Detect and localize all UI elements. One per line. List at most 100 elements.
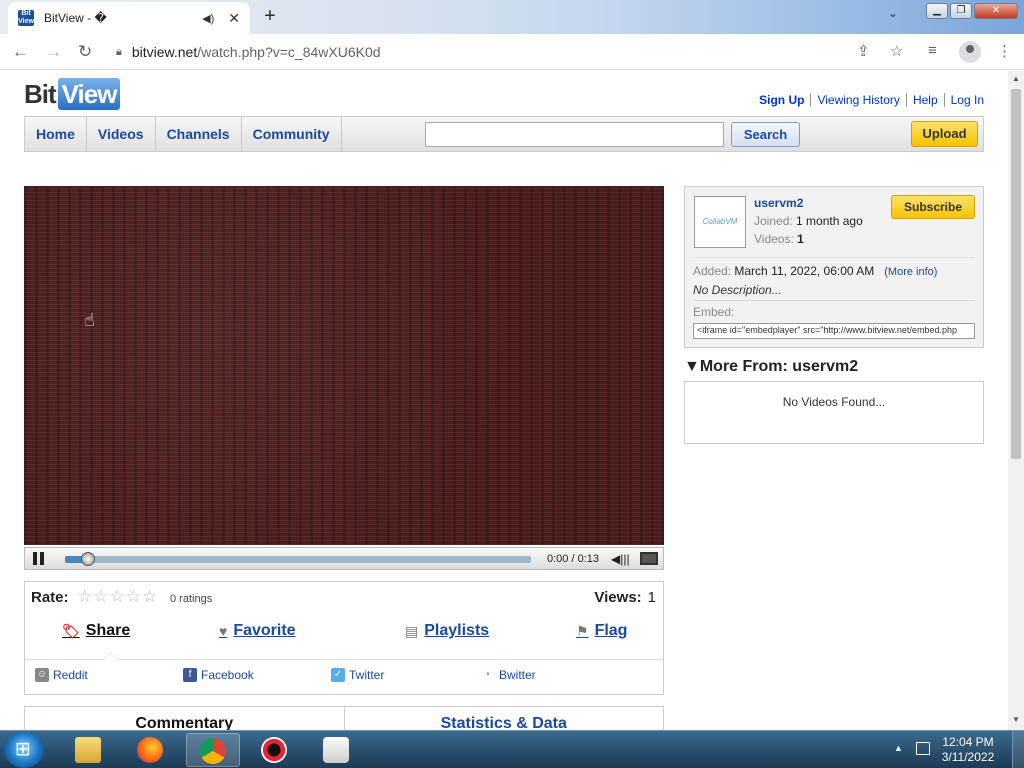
- rating-stars[interactable]: ☆☆☆☆☆: [77, 587, 158, 607]
- volume-icon[interactable]: ◀|||: [611, 552, 630, 566]
- bitview-logo[interactable]: Bit View: [24, 77, 121, 111]
- facebook-link[interactable]: f Facebook: [183, 668, 254, 682]
- added-date: Added: March 11, 2022, 06:00 AM (More inf…: [693, 264, 938, 278]
- maximize-button[interactable]: ❐: [950, 3, 972, 19]
- taskbar-explorer[interactable]: [62, 733, 116, 767]
- video-description: No Description...: [693, 283, 782, 297]
- sign-up-link[interactable]: Sign Up: [753, 93, 810, 107]
- playlist-icon: ▤: [405, 622, 419, 639]
- twitter-link[interactable]: ✓ Twitter: [331, 668, 384, 682]
- share-button[interactable]: 🏷︎ Share: [62, 622, 130, 640]
- network-icon[interactable]: [916, 742, 930, 755]
- taskbar-chrome[interactable]: [186, 733, 240, 767]
- share-page-icon[interactable]: ⇪: [857, 42, 870, 60]
- show-hidden-icons-icon[interactable]: ▲: [894, 743, 903, 753]
- taskbar-firefox[interactable]: [124, 733, 178, 767]
- video-frame[interactable]: [24, 186, 664, 545]
- flag-button[interactable]: ⚑ Flag: [576, 622, 627, 640]
- ratings-count: 0 ratings: [170, 593, 213, 605]
- divider: [693, 300, 975, 301]
- system-clock[interactable]: 12:04 PM 3/11/2022: [936, 735, 1000, 765]
- show-desktop-button[interactable]: [1012, 731, 1024, 768]
- new-tab-button[interactable]: +: [257, 5, 283, 29]
- reading-list-icon[interactable]: ≡: [928, 42, 937, 59]
- reload-icon[interactable]: ↻: [78, 42, 92, 62]
- embed-code-field[interactable]: <iframe id="embedplayer" src="http://www…: [693, 323, 975, 339]
- bwitter-icon: •: [481, 668, 495, 682]
- more-from-heading[interactable]: ▼More From: uservm2: [684, 358, 858, 376]
- uploader-avatar[interactable]: CollabVM: [694, 196, 746, 248]
- taskbar-app-red[interactable]: [248, 733, 302, 767]
- upload-button[interactable]: Upload: [911, 121, 978, 147]
- profile-avatar-icon[interactable]: [959, 41, 981, 63]
- views-counter: Views: 1: [594, 589, 656, 606]
- browser-toolbar: ← → ↻ 🔒︎ bitview.net /watch.php?v=c_84wX…: [0, 34, 1024, 70]
- scroll-thumb[interactable]: [1011, 89, 1021, 459]
- info-tabs: Commentary Statistics & Data: [24, 706, 664, 730]
- nav-home[interactable]: Home: [25, 117, 87, 151]
- menu-dots-icon[interactable]: ⋮: [997, 42, 1012, 60]
- nav-channels[interactable]: Channels: [156, 117, 242, 151]
- uploader-panel: CollabVM uservm2 Joined: 1 month ago Vid…: [684, 186, 984, 348]
- video-player: 0:00 / 0:13 ◀|||: [24, 186, 664, 570]
- nav-community[interactable]: Community: [242, 117, 342, 151]
- lock-icon[interactable]: 🔒︎: [116, 46, 122, 59]
- reddit-icon: ☺: [35, 668, 49, 682]
- minimize-button[interactable]: ▁: [926, 3, 948, 19]
- no-videos-text: No Videos Found...: [782, 395, 886, 409]
- viewing-history-link[interactable]: Viewing History: [810, 93, 905, 107]
- time-display: 0:00 / 0:13: [547, 553, 599, 565]
- forward-arrow-icon[interactable]: →: [45, 42, 62, 62]
- browser-tab[interactable]: Bit View BitView - � ◀) ✕: [8, 2, 250, 34]
- favorite-button[interactable]: ♥ Favorite: [219, 622, 296, 640]
- search-input[interactable]: [425, 122, 724, 147]
- chrome-icon: [200, 738, 226, 764]
- uploader-name-link[interactable]: uservm2: [754, 196, 803, 210]
- flag-icon: ⚑: [576, 622, 589, 639]
- divider: [693, 257, 975, 258]
- windows-taskbar: ▲ 12:04 PM 3/11/2022: [0, 730, 1024, 768]
- tab-statistics[interactable]: Statistics & Data: [344, 706, 664, 730]
- folder-icon: [75, 737, 101, 763]
- close-tab-icon[interactable]: ✕: [228, 10, 240, 27]
- page-scrollbar[interactable]: ▲ ▼: [1008, 71, 1024, 730]
- seek-handle[interactable]: [81, 552, 96, 566]
- bwitter-link[interactable]: • Bwitter: [481, 668, 536, 682]
- fullscreen-icon[interactable]: [640, 552, 658, 565]
- rate-label: Rate:: [31, 589, 69, 606]
- more-info-link[interactable]: (More info): [884, 266, 937, 278]
- taskbar-app-notes[interactable]: [310, 733, 364, 767]
- log-in-link[interactable]: Log In: [943, 93, 984, 107]
- pause-icon[interactable]: [33, 552, 45, 565]
- scroll-down-arrow-icon[interactable]: ▼: [1012, 715, 1020, 724]
- seek-bar[interactable]: [65, 552, 531, 566]
- media-app-icon: [261, 737, 287, 763]
- bookmark-star-icon[interactable]: ☆: [890, 42, 903, 60]
- collapse-triangle-icon: ▼: [684, 358, 700, 375]
- uploader-joined: Joined: 1 month ago: [754, 214, 863, 228]
- tab-search-chevron-icon[interactable]: ⌄: [888, 6, 898, 20]
- player-controls: 0:00 / 0:13 ◀|||: [24, 547, 664, 570]
- start-button[interactable]: [4, 732, 44, 768]
- address-bar[interactable]: 🔒︎ bitview.net /watch.php?v=c_84wXU6K0d: [108, 38, 918, 66]
- bitview-favicon-icon: Bit View: [18, 10, 34, 26]
- tab-commentary[interactable]: Commentary: [24, 706, 345, 730]
- subscribe-button[interactable]: Subscribe: [891, 195, 975, 219]
- facebook-icon: f: [183, 668, 197, 682]
- share-caret: [103, 652, 119, 660]
- reddit-link[interactable]: ☺ Reddit: [35, 668, 88, 682]
- playlists-button[interactable]: ▤ Playlists: [405, 622, 489, 640]
- help-link[interactable]: Help: [905, 93, 944, 107]
- url-path: /watch.php?v=c_84wXU6K0d: [197, 44, 381, 60]
- sticky-notes-icon: [323, 737, 349, 763]
- search-button[interactable]: Search: [731, 122, 800, 147]
- nav-videos[interactable]: Videos: [87, 117, 156, 151]
- scroll-up-arrow-icon[interactable]: ▲: [1012, 74, 1020, 83]
- back-arrow-icon[interactable]: ←: [12, 42, 29, 62]
- embed-label: Embed:: [693, 305, 735, 319]
- speaker-icon[interactable]: ◀): [202, 12, 214, 25]
- video-actions: 🏷︎ Share ♥ Favorite ▤ Playlists ⚑ Flag: [25, 620, 663, 660]
- share-tag-icon: 🏷︎: [62, 622, 80, 639]
- close-window-button[interactable]: ✕: [974, 3, 1018, 19]
- browser-tab-strip: Bit View BitView - � ◀) ✕ + ⌄ ▁ ❐ ✕: [0, 0, 1024, 34]
